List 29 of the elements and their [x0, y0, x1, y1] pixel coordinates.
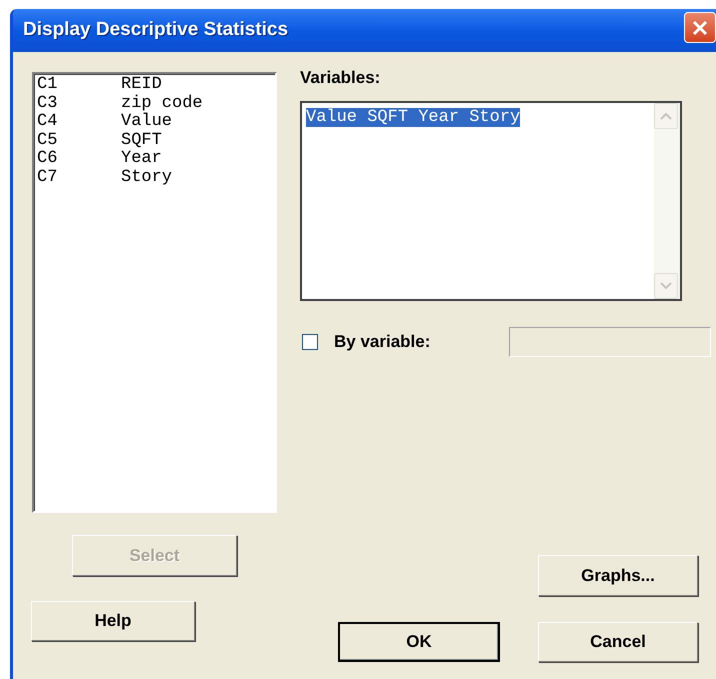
column-name: Story	[121, 168, 172, 187]
column-name: REID	[121, 76, 162, 94]
column-name: zip code	[121, 94, 203, 112]
ok-button[interactable]: OK	[338, 622, 500, 662]
column-id: C4	[37, 113, 58, 132]
scrollbar[interactable]	[654, 103, 680, 299]
column-name: SQFT	[121, 132, 162, 150]
help-button[interactable]: Help	[31, 601, 195, 641]
checkbox[interactable]	[302, 334, 318, 350]
variables-listbox[interactable]: Value SQFT Year Story	[300, 101, 682, 301]
window-title: Display Descriptive Statistics	[23, 18, 288, 42]
column-id: C7	[37, 168, 58, 187]
column-id: C5	[37, 132, 58, 150]
column-listbox[interactable]: C1 REID C3 zip code C4 Value C5 SQFT C6 Year C7 Story	[32, 72, 277, 513]
column-id: C6	[37, 150, 58, 168]
selected-variables[interactable]: Value SQFT Year Story	[306, 108, 520, 127]
graphs-button[interactable]: Graphs...	[538, 555, 698, 596]
close-icon	[691, 18, 709, 36]
scroll-down-button[interactable]	[654, 273, 678, 299]
by-variable-field[interactable]	[509, 327, 712, 357]
close-button[interactable]	[684, 12, 716, 43]
column-name: Value	[121, 113, 172, 132]
variables-label: Variables:	[300, 68, 382, 88]
column-id: C1	[37, 76, 58, 94]
column-name: Year	[121, 150, 162, 168]
cancel-button[interactable]: Cancel	[538, 622, 698, 662]
column-id: C3	[37, 94, 58, 113]
by-variable-label: By variable:	[334, 331, 430, 354]
scroll-up-button[interactable]	[654, 103, 678, 129]
